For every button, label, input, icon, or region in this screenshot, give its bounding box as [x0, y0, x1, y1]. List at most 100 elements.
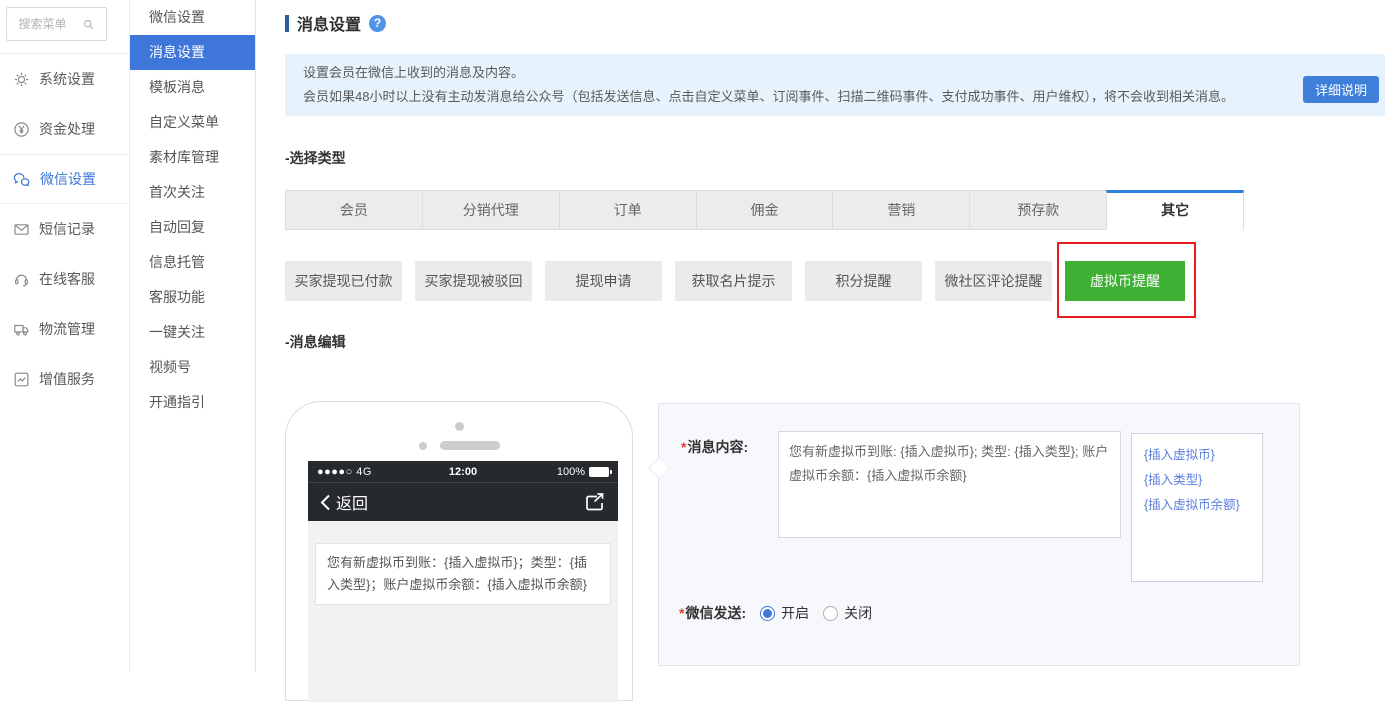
notice-line2: 会员如果48小时以上没有主动发消息给公众号（包括发送信息、点击自定义菜单、订阅事…: [303, 89, 1234, 104]
select-type-label: -选择类型: [285, 150, 346, 166]
insert-balance-link[interactable]: {插入虚拟币余额}: [1144, 493, 1250, 518]
tab-prepaid[interactable]: 预存款: [969, 190, 1107, 230]
sidebar-item-funds-processing[interactable]: 资金处理: [0, 104, 130, 154]
search-icon: [82, 18, 95, 31]
submenu-item-service-functions[interactable]: 客服功能: [130, 280, 255, 315]
tab-member[interactable]: 会员: [285, 190, 422, 230]
search-box[interactable]: [6, 7, 107, 41]
tab-distribution-agent[interactable]: 分销代理: [421, 190, 559, 230]
sidebar-item-online-service[interactable]: 在线客服: [0, 254, 130, 304]
secondary-sidebar: 微信设置 消息设置 模板消息 自定义菜单 素材库管理 首次关注 自动回复 信息托…: [130, 0, 256, 672]
radio-option-off[interactable]: 关闭: [823, 603, 872, 623]
phone-screen: ●●●●○ 4G 12:00 100% 返回 您有新虚拟币到账：{插入虚拟币}；…: [308, 461, 618, 702]
page-title: 消息设置: [297, 17, 362, 34]
phone-status-bar: ●●●●○ 4G 12:00 100%: [308, 461, 618, 482]
headset-icon: [13, 271, 30, 288]
message-preview: 您有新虚拟币到账：{插入虚拟币}；类型：{插入类型}；账户虚拟币余额：{插入虚拟…: [315, 543, 611, 605]
sidebar-item-label: 微信设置: [40, 171, 96, 187]
envelope-icon: [13, 221, 30, 238]
sidebar-item-value-added[interactable]: 增值服务: [0, 354, 130, 404]
submenu-item-auto-reply[interactable]: 自动回复: [130, 210, 255, 245]
signal-indicator: ●●●●○ 4G: [317, 465, 372, 478]
insert-virtual-currency-link[interactable]: {插入虚拟币}: [1144, 443, 1250, 468]
tab-marketing[interactable]: 营销: [832, 190, 970, 230]
required-mark: *: [681, 439, 687, 455]
chart-icon: [13, 371, 30, 388]
submenu-item-message-settings[interactable]: 消息设置: [130, 35, 255, 70]
wechat-send-label: *微信发送:: [679, 605, 747, 621]
primary-nav: 系统设置 资金处理 微信设置 短信记录 在线客服 物流管理 增值服务: [0, 54, 130, 404]
tab-other[interactable]: 其它: [1106, 190, 1245, 230]
phone-content-area: 您有新虚拟币到账：{插入虚拟币}；类型：{插入类型}；账户虚拟币余额：{插入虚拟…: [308, 521, 618, 702]
subtype-virtual-currency-reminder[interactable]: 虚拟币提醒: [1065, 261, 1185, 301]
radio-option-on[interactable]: 开启: [760, 603, 809, 623]
phone-camera-dot: [454, 422, 464, 431]
subtype-withdraw-paid[interactable]: 买家提现已付款: [285, 261, 402, 301]
panel-pointer: [648, 458, 668, 478]
submenu-item-template-message[interactable]: 模板消息: [130, 70, 255, 105]
subtype-withdraw-apply[interactable]: 提现申请: [545, 261, 662, 301]
truck-icon: [13, 321, 30, 338]
search-input[interactable]: [18, 17, 77, 31]
radio-off[interactable]: [823, 605, 839, 621]
message-content-textarea[interactable]: 您有新虚拟币到账: {插入虚拟币}; 类型: {插入类型}; 账户虚拟币余额：{…: [778, 431, 1121, 538]
subtype-withdraw-rejected[interactable]: 买家提现被驳回: [415, 261, 532, 301]
back-button[interactable]: 返回: [320, 490, 368, 514]
submenu-item-activation-guide[interactable]: 开通指引: [130, 385, 255, 420]
chevron-left-icon: [320, 494, 330, 510]
subtype-points-reminder[interactable]: 积分提醒: [805, 261, 922, 301]
sidebar-item-system-settings[interactable]: 系统设置: [0, 54, 130, 104]
wechat-icon: [13, 171, 31, 188]
notice-line1: 设置会员在微信上收到的消息及内容。: [303, 65, 525, 80]
submenu-item-wechat-settings[interactable]: 微信设置: [130, 0, 255, 35]
radio-on[interactable]: [760, 605, 776, 621]
wechat-send-row: *微信发送: 开启 关闭: [679, 603, 872, 623]
subtype-buttons: 买家提现已付款 买家提现被驳回 提现申请 获取名片提示 积分提醒 微社区评论提醒…: [285, 242, 1385, 318]
sidebar-item-label: 系统设置: [39, 71, 95, 87]
sidebar-item-label: 在线客服: [39, 271, 95, 287]
back-label: 返回: [336, 496, 369, 513]
submenu-item-custom-menu[interactable]: 自定义菜单: [130, 105, 255, 140]
submenu-item-video-account[interactable]: 视频号: [130, 350, 255, 385]
battery-percent: 100%: [556, 465, 585, 478]
message-edit-panel: *消息内容: 您有新虚拟币到账: {插入虚拟币}; 类型: {插入类型}; 账户…: [648, 403, 1300, 666]
sidebar-item-label: 增值服务: [39, 371, 95, 387]
subtype-get-card-tip[interactable]: 获取名片提示: [675, 261, 792, 301]
sidebar-item-wechat-settings[interactable]: 微信设置: [0, 154, 130, 204]
subtype-community-comment-reminder[interactable]: 微社区评论提醒: [935, 261, 1052, 301]
main-content: 消息设置 ? 设置会员在微信上收到的消息及内容。 会员如果48小时以上没有主动发…: [256, 0, 1385, 702]
sidebar-item-label: 短信记录: [39, 221, 95, 237]
yen-circle-icon: [13, 121, 30, 138]
phone-speaker-bar: [439, 441, 500, 450]
submenu-item-info-hosting[interactable]: 信息托管: [130, 245, 255, 280]
primary-sidebar: 系统设置 资金处理 微信设置: [0, 0, 130, 672]
radio-on-label: 开启: [781, 605, 810, 621]
sidebar-item-sms-records[interactable]: 短信记录: [0, 204, 130, 254]
notice-box: 设置会员在微信上收到的消息及内容。 会员如果48小时以上没有主动发消息给公众号（…: [285, 54, 1385, 116]
phone-nav-bar: 返回: [308, 482, 618, 521]
title-accent-bar: [285, 14, 289, 32]
phone-preview: ●●●●○ 4G 12:00 100% 返回 您有新虚拟币到账：{插入虚拟币}；…: [285, 401, 633, 702]
insert-type-link[interactable]: {插入类型}: [1144, 468, 1250, 493]
battery-icon: [588, 466, 612, 477]
submenu-item-one-key-follow[interactable]: 一键关注: [130, 315, 255, 350]
gear-icon: [13, 71, 30, 88]
phone-sensor-dot: [418, 441, 427, 450]
detail-button[interactable]: 详细说明: [1302, 76, 1379, 103]
tab-order[interactable]: 订单: [558, 190, 696, 230]
status-time: 12:00: [448, 465, 478, 478]
tab-commission[interactable]: 佣金: [695, 190, 833, 230]
message-content-label: *消息内容:: [681, 439, 749, 455]
radio-off-label: 关闭: [844, 605, 873, 621]
submenu-item-material-library[interactable]: 素材库管理: [130, 140, 255, 175]
message-edit-label: -消息编辑: [285, 334, 346, 350]
sidebar-item-label: 资金处理: [39, 121, 95, 137]
phone-speaker: [286, 441, 632, 450]
sidebar-item-logistics[interactable]: 物流管理: [0, 304, 130, 354]
insert-variable-box: {插入虚拟币} {插入类型} {插入虚拟币余额}: [1131, 433, 1263, 582]
submenu-item-first-follow[interactable]: 首次关注: [130, 175, 255, 210]
share-icon[interactable]: [583, 492, 606, 513]
type-tabs: 会员 分销代理 订单 佣金 营销 预存款 其它: [285, 190, 1245, 230]
sidebar-item-label: 物流管理: [39, 321, 95, 337]
help-icon[interactable]: ?: [369, 14, 387, 32]
